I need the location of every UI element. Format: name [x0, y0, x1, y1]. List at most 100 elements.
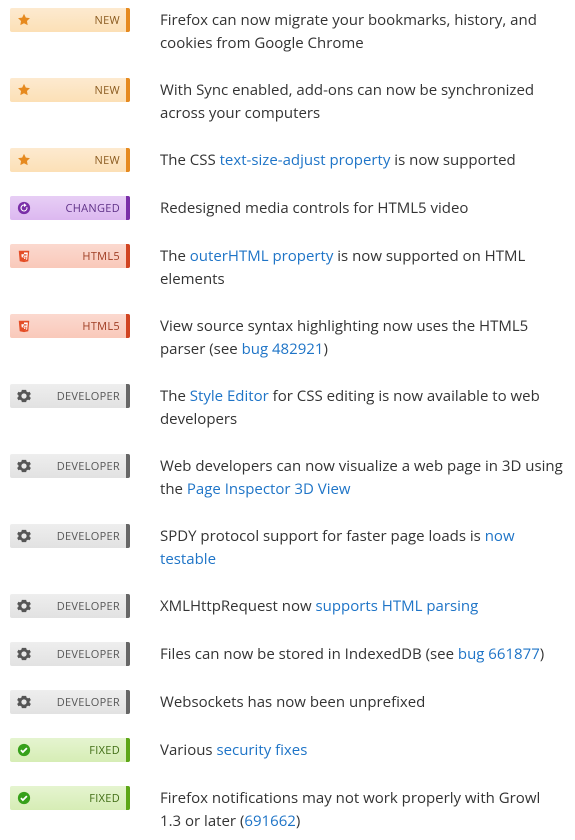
release-note-item: DEVELOPER XMLHttpRequest now supports HTM…: [10, 594, 565, 618]
text: With Sync enabled, add-ons can now be sy…: [160, 80, 534, 123]
release-note-item: HTML5 The outerHTML property is now suppo…: [10, 244, 565, 290]
inline-link[interactable]: outerHTML property: [190, 246, 334, 266]
badge-label: HTML5: [36, 249, 120, 264]
text: XMLHttpRequest now: [160, 596, 316, 616]
badge-new: NEW: [10, 148, 130, 172]
gear-icon: [16, 388, 32, 404]
check-icon: [16, 742, 32, 758]
badge-label: FIXED: [36, 743, 120, 758]
star-icon: [16, 152, 32, 168]
badge-accent: [126, 690, 130, 714]
release-note-item: DEVELOPER Web developers can now visualiz…: [10, 454, 565, 500]
badge-new: NEW: [10, 8, 130, 32]
release-note-item: DEVELOPER The Style Editor for CSS editin…: [10, 384, 565, 430]
badge-label: DEVELOPER: [36, 459, 120, 474]
badge-label: DEVELOPER: [36, 599, 120, 614]
gear-icon: [16, 458, 32, 474]
badge-label: NEW: [36, 153, 120, 168]
badge-developer: DEVELOPER: [10, 384, 130, 408]
gear-icon: [16, 528, 32, 544]
star-icon: [16, 82, 32, 98]
star-icon: [16, 12, 32, 28]
text: Various: [160, 740, 216, 760]
badge-label: DEVELOPER: [36, 647, 120, 662]
badge-accent: [126, 524, 130, 548]
badge-accent: [126, 314, 130, 338]
gear-icon: [16, 646, 32, 662]
badge-html5: HTML5: [10, 244, 130, 268]
inline-link[interactable]: text-size-adjust property: [220, 150, 391, 170]
text: The: [160, 386, 190, 406]
text: SPDY protocol support for faster page lo…: [160, 526, 485, 546]
badge-fixed: FIXED: [10, 738, 130, 762]
badge-developer: DEVELOPER: [10, 454, 130, 478]
check-icon: [16, 790, 32, 806]
badge-label: CHANGED: [36, 201, 120, 216]
inline-link[interactable]: 691662: [244, 811, 295, 831]
badge-accent: [126, 8, 130, 32]
release-note-text: With Sync enabled, add-ons can now be sy…: [160, 78, 565, 124]
gear-icon: [16, 694, 32, 710]
text: View source syntax highlighting now uses…: [160, 316, 528, 359]
badge-fixed: FIXED: [10, 786, 130, 810]
release-note-item: CHANGED Redesigned media controls for HTM…: [10, 196, 565, 220]
release-note-item: NEW With Sync enabled, add-ons can now be…: [10, 78, 565, 124]
release-note-text: Redesigned media controls for HTML5 vide…: [160, 196, 565, 220]
badge-accent: [126, 196, 130, 220]
release-note-text: XMLHttpRequest now supports HTML parsing: [160, 594, 565, 618]
text: The: [160, 246, 190, 266]
badge-new: NEW: [10, 78, 130, 102]
inline-link[interactable]: Style Editor: [190, 386, 269, 406]
release-notes-list: NEW Firefox can now migrate your bookmark…: [10, 8, 565, 832]
text: Firefox notifications may not work prope…: [160, 788, 540, 831]
inline-link[interactable]: Page Inspector 3D View: [187, 479, 351, 499]
badge-accent: [126, 454, 130, 478]
badge-changed: CHANGED: [10, 196, 130, 220]
release-note-text: Various security fixes: [160, 738, 565, 762]
badge-accent: [126, 738, 130, 762]
badge-accent: [126, 642, 130, 666]
text: Websockets has now been unprefixed: [160, 692, 425, 712]
release-note-text: The CSS text-size-adjust property is now…: [160, 148, 565, 172]
badge-label: NEW: [36, 13, 120, 28]
badge-label: HTML5: [36, 319, 120, 334]
release-note-text: Files can now be stored in IndexedDB (se…: [160, 642, 565, 666]
inline-link[interactable]: supports HTML parsing: [316, 596, 479, 616]
text: ): [540, 644, 544, 664]
text: The CSS: [160, 150, 220, 170]
text: Redesigned media controls for HTML5 vide…: [160, 198, 468, 218]
text: is now supported: [390, 150, 515, 170]
release-note-text: Websockets has now been unprefixed: [160, 690, 565, 714]
html5-icon: [16, 318, 32, 334]
inline-link[interactable]: bug 482921: [242, 339, 324, 359]
release-note-text: Firefox notifications may not work prope…: [160, 786, 565, 832]
text: ): [323, 339, 327, 359]
badge-accent: [126, 384, 130, 408]
badge-developer: DEVELOPER: [10, 524, 130, 548]
badge-developer: DEVELOPER: [10, 594, 130, 618]
release-note-text: Web developers can now visualize a web p…: [160, 454, 565, 500]
text: Firefox can now migrate your bookmarks, …: [160, 10, 537, 53]
badge-label: NEW: [36, 83, 120, 98]
badge-developer: DEVELOPER: [10, 642, 130, 666]
badge-accent: [126, 148, 130, 172]
release-note-item: DEVELOPER Files can now be stored in Inde…: [10, 642, 565, 666]
release-note-text: The outerHTML property is now supported …: [160, 244, 565, 290]
release-note-item: DEVELOPER Websockets has now been unprefi…: [10, 690, 565, 714]
refresh-icon: [16, 200, 32, 216]
badge-accent: [126, 244, 130, 268]
release-note-item: NEW The CSS text-size-adjust property is …: [10, 148, 565, 172]
html5-icon: [16, 248, 32, 264]
release-note-item: DEVELOPER SPDY protocol support for faste…: [10, 524, 565, 570]
inline-link[interactable]: security fixes: [216, 740, 307, 760]
release-note-item: FIXED Firefox notifications may not work …: [10, 786, 565, 832]
release-note-text: View source syntax highlighting now uses…: [160, 314, 565, 360]
release-note-text: The Style Editor for CSS editing is now …: [160, 384, 565, 430]
gear-icon: [16, 598, 32, 614]
inline-link[interactable]: bug 661877: [458, 644, 540, 664]
badge-accent: [126, 786, 130, 810]
text: ): [296, 811, 300, 831]
badge-html5: HTML5: [10, 314, 130, 338]
badge-developer: DEVELOPER: [10, 690, 130, 714]
text: Files can now be stored in IndexedDB (se…: [160, 644, 458, 664]
